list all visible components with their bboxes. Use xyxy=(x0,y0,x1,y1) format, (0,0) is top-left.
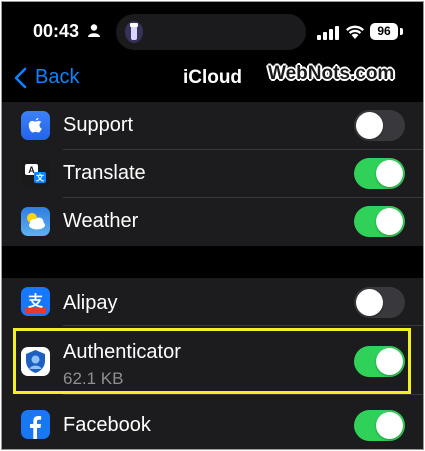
watermark: WebNots.com xyxy=(268,63,395,84)
toggle-knob xyxy=(376,160,403,187)
apple-support-icon xyxy=(21,111,50,140)
list-item-label: Alipay xyxy=(63,292,118,314)
facebook-icon xyxy=(21,410,50,439)
weather-toggle[interactable] xyxy=(354,206,405,237)
list-item-weather: Weather xyxy=(2,198,423,246)
iphone-screen: 00:43 96 Back iCloud WebNots.com Support… xyxy=(1,1,424,450)
list-item-facebook: Facebook xyxy=(2,402,423,449)
list-item-support: Support xyxy=(2,102,423,150)
flashlight-icon xyxy=(125,21,143,43)
toggle-knob xyxy=(356,289,383,316)
list-item-label: Facebook xyxy=(63,414,151,436)
toggle-knob xyxy=(376,208,403,235)
list-item-label: Support xyxy=(63,114,134,136)
wifi-icon xyxy=(346,25,364,39)
list-item-alipay: 支 Alipay xyxy=(2,278,423,326)
status-bar: 00:43 96 xyxy=(2,2,423,58)
alipay-icon: 支 xyxy=(21,287,50,316)
toggle-knob xyxy=(356,112,383,139)
toggle-knob xyxy=(376,412,403,439)
battery-icon: 96 xyxy=(370,23,398,40)
weather-icon xyxy=(21,207,50,236)
person-icon xyxy=(88,24,100,37)
row-divider xyxy=(63,394,423,395)
support-toggle[interactable] xyxy=(354,110,405,141)
translate-toggle[interactable] xyxy=(354,158,405,189)
alipay-toggle[interactable] xyxy=(354,287,405,318)
dynamic-island xyxy=(116,14,306,50)
list-item-translate: A 文 Translate xyxy=(2,150,423,198)
highlight-box xyxy=(13,328,411,394)
svg-text:支: 支 xyxy=(27,292,44,310)
list-item-label: Translate xyxy=(63,162,146,184)
translate-icon: A 文 xyxy=(21,159,50,188)
apps-group-1: Support A 文 Translate Weather xyxy=(2,102,423,246)
cellular-signal-icon xyxy=(317,26,339,40)
status-time: 00:43 xyxy=(33,21,80,41)
battery-cap xyxy=(400,28,403,35)
facebook-toggle[interactable] xyxy=(354,410,405,441)
svg-text:文: 文 xyxy=(36,173,45,183)
list-item-label: Weather xyxy=(63,210,139,232)
navigation-bar: Back iCloud WebNots.com xyxy=(2,58,423,102)
